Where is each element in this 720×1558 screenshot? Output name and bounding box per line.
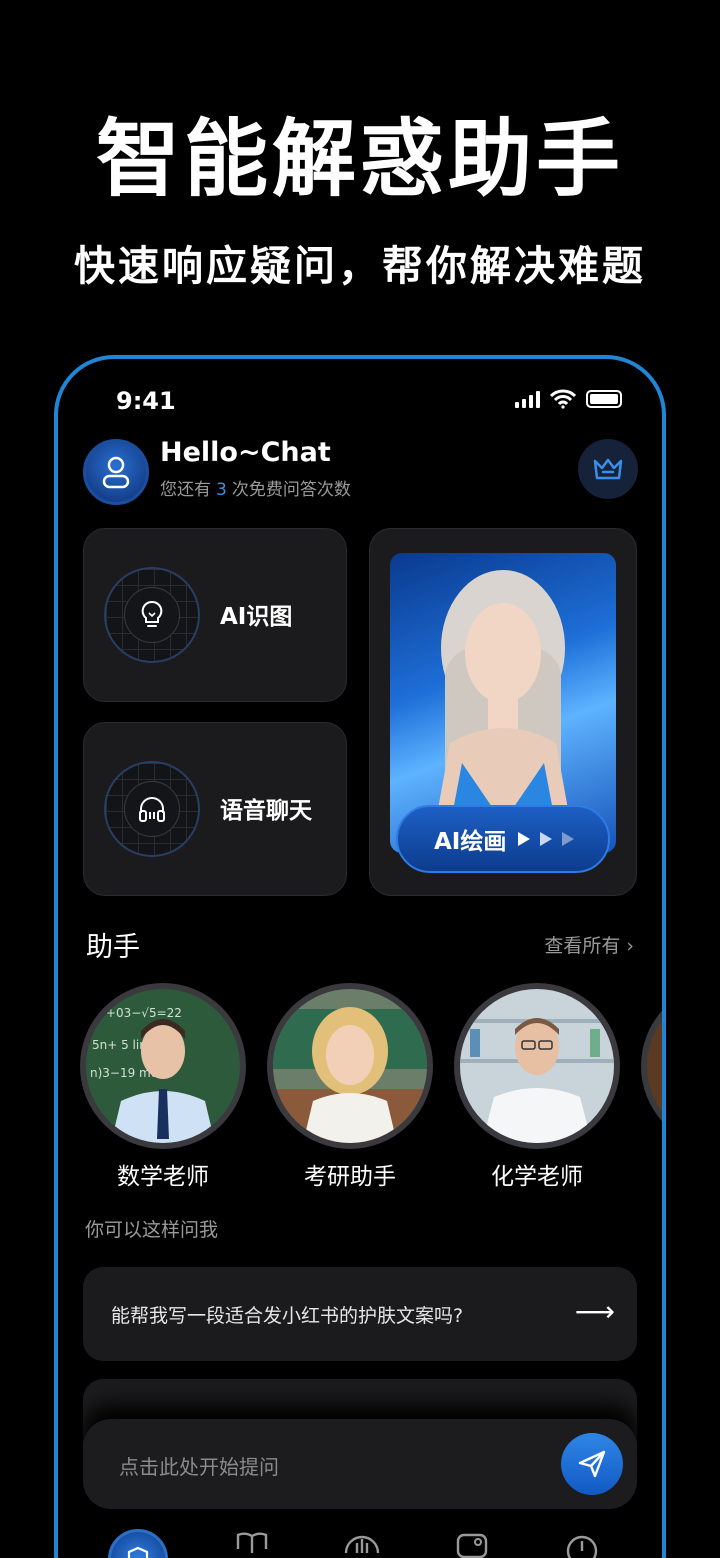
feature-ring [104,567,200,663]
see-all-label: 查看所有 [544,935,621,957]
assistant-avatar [641,983,662,1149]
ai-drawing-button[interactable]: AI绘画 [396,805,610,873]
battery-icon [586,390,622,408]
feature-ring [104,761,200,857]
signal-icon [515,390,540,408]
assistant-partial[interactable] [641,983,662,1149]
headphones-icon [139,797,165,822]
svg-text:x²+03−√5=22: x²+03−√5=22 [94,1006,182,1020]
tab-bar [58,1529,662,1558]
book-icon [236,1532,268,1553]
assistant-math-teacher[interactable]: x²+03−√5=22 5n+ 5 lim n)3−19 mone 数学老师 [80,983,246,1191]
assistant-exam-helper[interactable]: 考研助手 [267,983,433,1191]
send-button[interactable] [561,1433,623,1495]
see-all-link[interactable]: 查看所有 › [544,931,634,958]
tab-library[interactable] [222,1529,282,1558]
quota-count: 3 [216,480,227,500]
play-arrows-icon [518,832,575,846]
arrow-right-icon: ⟶ [574,1295,615,1328]
assistant-name: 数学老师 [117,1164,209,1190]
ai-drawing-card[interactable]: AI绘画 [369,528,637,896]
quota-prefix: 您还有 [160,480,211,500]
shield-icon [127,1546,149,1558]
question-input[interactable]: 点击此处开始提问 [83,1419,637,1509]
vip-button[interactable] [578,439,638,499]
status-icons [515,389,622,409]
question-input-placeholder: 点击此处开始提问 [119,1455,279,1479]
assistants-title: 助手 [86,932,140,963]
user-icon [102,456,130,489]
user-avatar[interactable] [83,439,149,505]
tab-voice[interactable] [332,1529,392,1558]
ai-drawing-label: AI绘画 [434,829,507,855]
ai-image-recognition-label: AI识图 [220,604,293,630]
voice-wave-icon [344,1535,380,1554]
lightbulb-icon [141,600,163,627]
assistant-avatar [454,983,620,1149]
promo-title: 智能解惑助手 [95,110,624,208]
assistant-name: 化学老师 [491,1164,583,1190]
suggestion-card[interactable]: 能帮我写一段适合发小红书的护肤文案吗? ⟶ [83,1267,637,1361]
status-time: 9:41 [116,387,176,415]
assistant-name: 考研助手 [304,1164,396,1190]
profile-icon [566,1535,598,1558]
voice-chat-label: 语音聊天 [220,798,312,824]
voice-chat-card[interactable]: 语音聊天 [83,722,347,896]
suggestion-hint: 你可以这样问我 [85,1219,219,1241]
crown-icon [593,458,623,480]
greeting: Hello~Chat [160,437,331,468]
tab-home[interactable] [108,1529,168,1558]
tab-profile[interactable] [552,1529,612,1558]
tab-gallery[interactable] [442,1529,502,1558]
quota-suffix: 次免费问答次数 [231,480,351,500]
suggestion-text: 能帮我写一段适合发小红书的护肤文案吗? [111,1305,464,1327]
assistant-avatar: x²+03−√5=22 5n+ 5 lim n)3−19 mone [80,983,246,1149]
phone-frame: 9:41 Hello~Chat 您还有 3 次免费问答次数 AI识图 语音聊天 … [54,355,666,1558]
assistant-avatar [267,983,433,1149]
promo-subtitle: 快速响应疑问，帮你解决难题 [74,242,646,290]
ai-image-recognition-card[interactable]: AI识图 [83,528,347,702]
wifi-icon [550,389,576,409]
quota-text: 您还有 3 次免费问答次数 [160,475,351,500]
chevron-right-icon: › [626,935,634,957]
send-icon [578,1450,606,1478]
assistant-chemistry-teacher[interactable]: 化学老师 [454,983,620,1191]
image-icon [456,1533,488,1558]
